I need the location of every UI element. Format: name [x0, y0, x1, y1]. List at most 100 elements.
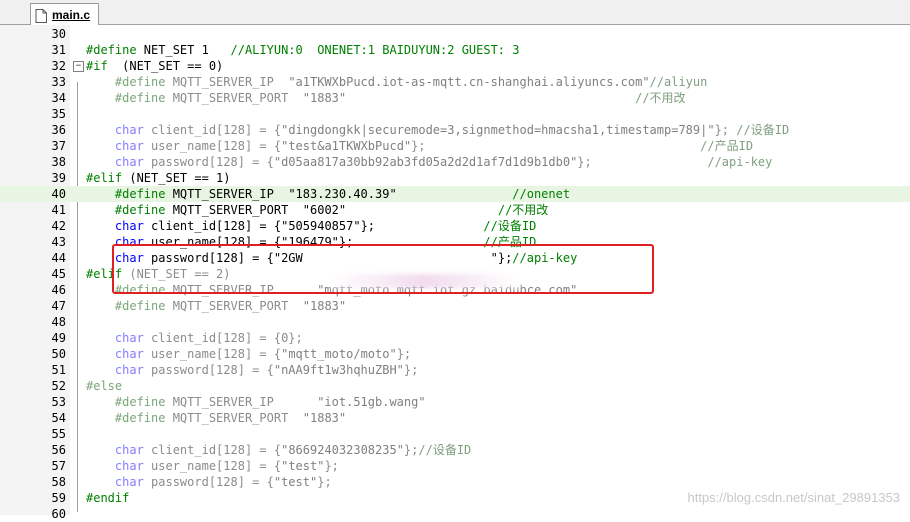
line-number: 34: [51, 91, 66, 105]
code-line[interactable]: 50 char user_name[128] = {"mqtt_moto/mot…: [0, 346, 910, 362]
fold-toggle-icon[interactable]: −: [73, 61, 84, 72]
code-line[interactable]: 55: [0, 426, 910, 442]
code-text: char password[128] = {"d05aa817a30bb92ab…: [86, 154, 772, 170]
tab-filename: main.c: [52, 7, 91, 22]
code-line[interactable]: 47 #define MQTT_SERVER_PORT "1883": [0, 298, 910, 314]
code-text: #define MQTT_SERVER_IP "iot.51gb.wang": [86, 394, 426, 410]
code-token: "866924032308235": [281, 443, 404, 457]
line-number: 59: [51, 491, 66, 505]
code-text: char password[128] = {"nAA9ft1w3hqhuZBH"…: [86, 362, 418, 378]
code-token: char: [114, 475, 144, 489]
code-token: "505940857": [281, 219, 361, 233]
code-line[interactable]: 53 #define MQTT_SERVER_IP "iot.51gb.wang…: [0, 394, 910, 410]
code-token: user_name[128] = {: [143, 459, 282, 473]
code-line[interactable]: 54 #define MQTT_SERVER_PORT "1883": [0, 410, 910, 426]
line-number: 47: [51, 299, 66, 313]
line-number: 54: [51, 411, 66, 425]
code-text: char user_name[128] = {"test&a1TKWXbPucd…: [86, 138, 753, 154]
code-token: "1883": [302, 299, 347, 313]
code-token: char: [114, 347, 144, 361]
code-token: //onenet: [512, 187, 571, 201]
code-token: #define: [114, 395, 166, 409]
code-text: char client_id[128] = {"505940857"}; //设…: [86, 218, 536, 234]
code-line[interactable]: 34 #define MQTT_SERVER_PORT "1883" //不用改: [0, 90, 910, 106]
code-line[interactable]: 49 char client_id[128] = {0};: [0, 330, 910, 346]
code-line[interactable]: 39 #elif (NET_SET == 1): [0, 170, 910, 186]
code-token: #define: [86, 43, 137, 57]
code-line[interactable]: 33 #define MQTT_SERVER_IP "a1TKWXbPucd.i…: [0, 74, 910, 90]
code-token: //aliyun: [649, 75, 708, 89]
line-number: 53: [51, 395, 66, 409]
line-number: 45: [51, 267, 66, 281]
tab-main-c[interactable]: main.c: [30, 3, 100, 25]
code-token: "6002": [302, 203, 347, 217]
code-token: #endif: [86, 491, 130, 505]
code-token: char: [114, 155, 144, 169]
code-text: char client_id[128] = {"866924032308235"…: [86, 442, 471, 458]
code-token: password[128] = {: [143, 155, 274, 169]
code-token: char: [114, 443, 144, 457]
redacted-region: [330, 274, 520, 288]
code-token: #define: [114, 411, 166, 425]
code-token: client_id[128] = {: [143, 123, 282, 137]
code-line[interactable]: 56 char client_id[128] = {"8669240323082…: [0, 442, 910, 458]
code-text: #elif (NET_SET == 1): [86, 170, 231, 186]
line-number: 46: [51, 283, 66, 297]
code-token: };: [396, 347, 412, 361]
code-text: char client_id[128] = {0};: [86, 330, 303, 346]
code-token: #elif: [86, 171, 123, 185]
code-line[interactable]: 42 char client_id[128] = {"505940857"}; …: [0, 218, 910, 234]
code-line[interactable]: 30: [0, 26, 910, 42]
code-text: #define MQTT_SERVER_PORT "1883": [86, 298, 346, 314]
code-token: "a1TKWXbPucd.iot-as-mqtt.cn-shanghai.ali…: [288, 75, 650, 89]
code-editor[interactable]: 30 31 #define NET_SET 1 //ALIYUN:0 ONENET:…: [0, 25, 910, 521]
code-line[interactable]: 38 char password[128] = {"d05aa817a30bb9…: [0, 154, 910, 170]
code-token: MQTT_SERVER_PORT: [165, 203, 303, 217]
code-text: #define NET_SET 1 //ALIYUN:0 ONENET:1 BA…: [86, 42, 519, 58]
code-token: "1883": [302, 91, 347, 105]
line-number: 60: [51, 507, 66, 521]
code-line[interactable]: 51 char password[128] = {"nAA9ft1w3hqhuZ…: [0, 362, 910, 378]
code-line[interactable]: 48: [0, 314, 910, 330]
code-text: char client_id[128] = {"dingdongkk|secur…: [86, 122, 789, 138]
code-token: #define: [114, 75, 166, 89]
code-token: MQTT_SERVER_PORT: [165, 299, 303, 313]
line-number: 35: [51, 107, 66, 121]
code-token: //产品ID: [700, 139, 754, 153]
code-line[interactable]: 57 char user_name[128] = {"test"};: [0, 458, 910, 474]
code-text: #if (NET_SET == 0): [86, 58, 223, 74]
code-line[interactable]: 32− #if (NET_SET == 0): [0, 58, 910, 74]
code-line[interactable]: 37 char user_name[128] = {"test&a1TKWXbP…: [0, 138, 910, 154]
code-token: char: [114, 459, 144, 473]
code-line[interactable]: 60: [0, 506, 910, 522]
code-line[interactable]: 31 #define NET_SET 1 //ALIYUN:0 ONENET:1 …: [0, 42, 910, 58]
code-line[interactable]: 40 #define MQTT_SERVER_IP "183.230.40.39…: [0, 186, 910, 202]
line-number: 52: [51, 379, 66, 393]
code-line[interactable]: 41 #define MQTT_SERVER_PORT "6002" //不用改: [0, 202, 910, 218]
line-number: 44: [51, 251, 66, 265]
code-text: char user_name[128] = {"mqtt_moto/moto"}…: [86, 346, 411, 362]
code-text: #define MQTT_SERVER_IP "183.230.40.39" /…: [86, 186, 570, 202]
code-text: #define MQTT_SERVER_PORT "6002" //不用改: [86, 202, 548, 218]
code-token: MQTT_SERVER_IP: [165, 395, 318, 409]
code-token: NET_SET 1: [136, 43, 231, 57]
code-token: password[128] = {: [143, 363, 274, 377]
code-line[interactable]: 52 #else: [0, 378, 910, 394]
code-line[interactable]: 58 char password[128] = {"test"};: [0, 474, 910, 490]
code-token: //设备ID: [483, 219, 537, 233]
code-line[interactable]: 35: [0, 106, 910, 122]
code-line[interactable]: 36 char client_id[128] = {"dingdongkk|se…: [0, 122, 910, 138]
code-token: #define: [114, 299, 166, 313]
line-number: 32: [51, 59, 66, 73]
